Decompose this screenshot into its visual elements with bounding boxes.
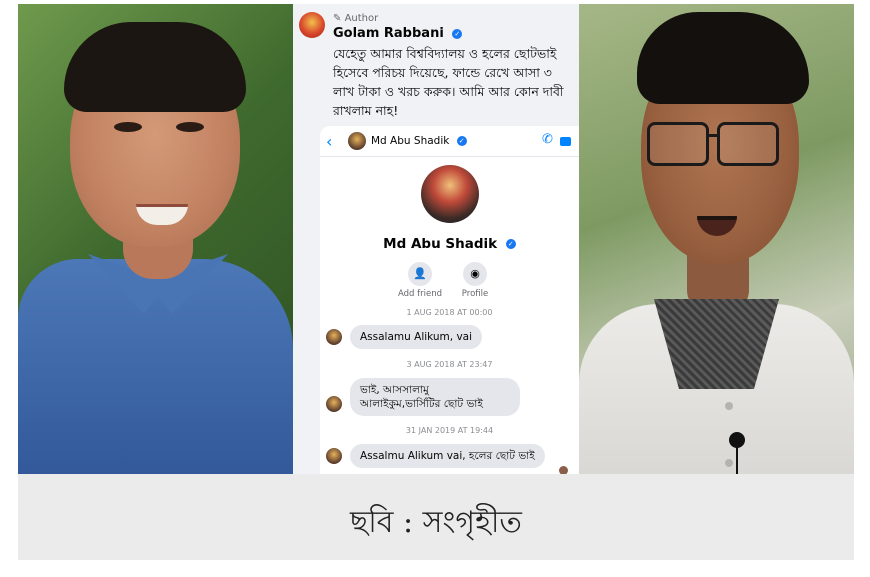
- message-bubble[interactable]: Assalmu Alikum vai, হলের ছোট ভাই: [350, 444, 545, 468]
- glasses-left-lens: [647, 122, 709, 166]
- caption-bar: ছবি : সংগৃহীত: [18, 474, 854, 560]
- sender-avatar[interactable]: [326, 448, 342, 464]
- message-date: 3 AUG 2018 AT 23:47: [406, 360, 493, 369]
- hair-shape: [637, 12, 809, 104]
- kurta-button: [725, 459, 733, 467]
- pencil-icon: ✎: [333, 13, 342, 24]
- message-date: 1 AUG 2018 AT 00:00: [406, 308, 493, 317]
- chat-header: ‹ Md Abu Shadik ✓ ✆: [320, 126, 579, 157]
- phone-call-icon[interactable]: ✆: [542, 132, 553, 147]
- messenger-chat: ‹ Md Abu Shadik ✓ ✆ Md Abu Shadik ✓ 👤 Ad…: [320, 126, 579, 474]
- back-arrow-icon[interactable]: ‹: [326, 132, 332, 151]
- comment-text: যেহেতু আমার বিশ্ববিদ্যালয় ও হলের ছোটভাই…: [333, 46, 564, 118]
- profile-icon: ◉: [463, 262, 487, 286]
- mic-wire: [736, 444, 738, 474]
- add-friend-label: Add friend: [397, 289, 443, 299]
- profile-name-label: Md Abu Shadik: [383, 236, 498, 252]
- eye-left: [114, 122, 142, 132]
- author-name-label[interactable]: Golam Rabbani: [333, 26, 444, 41]
- verified-badge-icon: ✓: [505, 239, 516, 249]
- header-name[interactable]: Md Abu Shadik ✓: [371, 135, 467, 147]
- verified-badge-icon: ✓: [452, 28, 463, 39]
- facebook-comment: ✎ Author Golam Rabbani ✓ যেহেতু আমার বিশ…: [293, 4, 579, 129]
- seen-indicator-avatar: [559, 466, 568, 474]
- message-date: 31 JAN 2019 AT 19:44: [405, 426, 494, 435]
- profile-button[interactable]: ◉ Profile: [445, 262, 505, 299]
- image-collage: ✎ Author Golam Rabbani ✓ যেহেতু আমার বিশ…: [18, 4, 854, 474]
- profile-label: Profile: [461, 289, 489, 299]
- photo-left-person: [18, 4, 293, 474]
- message-bubble[interactable]: ভাই, আসসালামু আলাইকুম,ভার্সিটির ছোট ভাই: [350, 378, 520, 416]
- eye-right: [176, 122, 204, 132]
- sender-avatar[interactable]: [326, 396, 342, 412]
- author-tag-label: Author: [344, 13, 379, 24]
- header-name-label: Md Abu Shadik: [371, 135, 450, 147]
- verified-badge-icon: ✓: [456, 136, 467, 146]
- profile-name: Md Abu Shadik ✓: [320, 236, 579, 252]
- comment-avatar[interactable]: [299, 12, 325, 38]
- message-bubble[interactable]: Assalamu Alikum, vai: [350, 325, 483, 349]
- add-friend-button[interactable]: 👤 Add friend: [390, 262, 450, 299]
- glasses-bridge: [706, 134, 718, 137]
- comment-author[interactable]: Golam Rabbani ✓: [333, 26, 463, 41]
- photo-caption: ছবি : সংগৃহীত: [350, 505, 522, 540]
- header-avatar[interactable]: [348, 132, 366, 150]
- photo-right-person: [579, 4, 854, 474]
- sender-avatar[interactable]: [326, 329, 342, 345]
- add-friend-icon: 👤: [408, 262, 432, 286]
- video-call-icon[interactable]: [560, 137, 571, 146]
- kurta-button: [725, 402, 733, 410]
- glasses-right-lens: [717, 122, 779, 166]
- profile-avatar[interactable]: [421, 165, 479, 223]
- hair-shape: [64, 22, 246, 112]
- author-tag: ✎ Author: [333, 13, 378, 24]
- screenshot-panel: ✎ Author Golam Rabbani ✓ যেহেতু আমার বিশ…: [293, 4, 579, 474]
